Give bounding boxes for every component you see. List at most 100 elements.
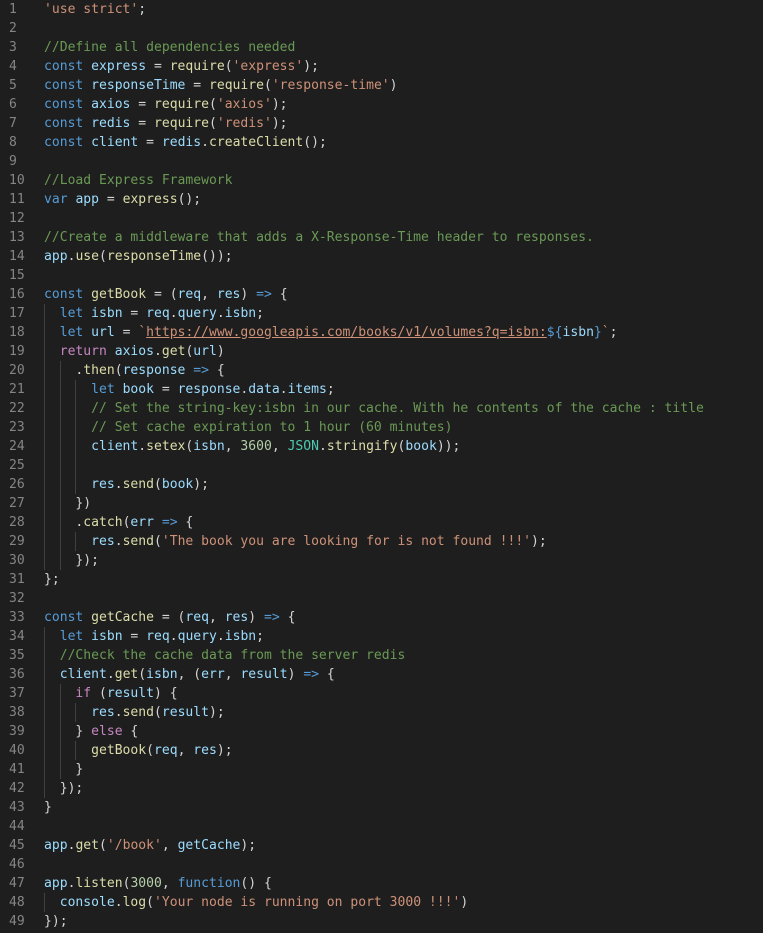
code-token: isbn: [91, 305, 123, 321]
code-token: getCache: [91, 609, 154, 625]
line-number: 16: [9, 286, 25, 302]
code-token: }: [593, 324, 602, 340]
code-token: getBook: [91, 742, 147, 758]
code-line[interactable]: 14 app.use(responseTime());: [0, 247, 763, 266]
code-text: let isbn = req.query.isbn;: [44, 627, 264, 646]
code-line[interactable]: 49});: [0, 912, 763, 931]
code-line[interactable]: 16 const getBook = (req, res) => {: [0, 285, 763, 304]
code-line[interactable]: 38 res.send(result);: [0, 703, 763, 722]
code-token: isbn: [146, 666, 178, 682]
code-token: const: [44, 115, 84, 131]
code-line[interactable]: 32: [0, 589, 763, 608]
code-line[interactable]: 6 const axios = require('axios');: [0, 95, 763, 114]
code-token: 3000: [130, 875, 162, 891]
code-token: let: [59, 628, 84, 644]
line-number: 23: [9, 419, 25, 435]
code-line[interactable]: 26 res.send(book);: [0, 475, 763, 494]
code-line[interactable]: 10 //Load Express Framework: [0, 171, 763, 190]
line-number: 7: [9, 115, 17, 131]
code-token: 'Your node is running on port 3000 !!!': [154, 894, 461, 910]
code-token: );: [216, 742, 233, 758]
line-number: 24: [9, 438, 25, 454]
code-token: app: [44, 837, 68, 853]
code-line[interactable]: 9: [0, 152, 763, 171]
code-line[interactable]: 47 app.listen(3000, function() {: [0, 874, 763, 893]
code-line[interactable]: 29 res.send('The book you are looking fo…: [0, 532, 763, 551]
code-token: });: [44, 780, 84, 796]
code-line[interactable]: 5 const responseTime = require('response-…: [0, 76, 763, 95]
code-line[interactable]: 1 'use strict';: [0, 0, 763, 19]
code-line[interactable]: 12: [0, 209, 763, 228]
code-line[interactable]: 4 const express = require('express');: [0, 57, 763, 76]
code-line[interactable]: 28 .catch(err => {: [0, 513, 763, 532]
code-text: .catch(err => {: [44, 513, 193, 532]
code-line[interactable]: 27 }): [0, 494, 763, 513]
code-text: const responseTime = require('response-t…: [44, 76, 398, 95]
code-line[interactable]: 48 console.log('Your node is running on …: [0, 893, 763, 912]
code-line[interactable]: 34 let isbn = req.query.isbn;: [0, 627, 763, 646]
code-line[interactable]: 11 var app = express();: [0, 190, 763, 209]
code-token: );: [193, 476, 209, 492]
line-number: 1: [9, 1, 17, 17]
line-number: 26: [9, 476, 25, 492]
line-number: 38: [9, 704, 25, 720]
line-number: 29: [9, 533, 25, 549]
code-line[interactable]: 46: [0, 855, 763, 874]
code-text: client.setex(isbn, 3600, JSON.stringify(…: [44, 437, 460, 456]
code-token: createClient: [209, 134, 304, 150]
code-text: //Create a middleware that adds a X-Resp…: [44, 228, 594, 247]
code-line[interactable]: 35 //Check the cache data from the serve…: [0, 646, 763, 665]
code-line[interactable]: 15: [0, 266, 763, 285]
code-line[interactable]: 36 client.get(isbn, (err, result) => {: [0, 665, 763, 684]
code-line[interactable]: 45 app.get('/book', getCache);: [0, 836, 763, 855]
code-token: let: [91, 381, 115, 397]
code-line[interactable]: 31};: [0, 570, 763, 589]
code-line[interactable]: 33 const getCache = (req, res) => {: [0, 608, 763, 627]
code-line[interactable]: 24 client.setex(isbn, 3600, JSON.stringi…: [0, 437, 763, 456]
code-token: book: [122, 381, 154, 397]
code-editor[interactable]: 1'use strict'; 2 3//Define all dependencie…: [0, 0, 763, 933]
line-number: 43: [9, 799, 25, 815]
code-token: res: [91, 476, 115, 492]
code-line[interactable]: 18 let url = `https://www.googleapis.com…: [0, 323, 763, 342]
code-token: const: [44, 609, 84, 625]
code-line[interactable]: 22 // Set the string-key:isbn in our cac…: [0, 399, 763, 418]
code-token: , (: [177, 666, 202, 682]
line-number: 47: [9, 875, 25, 891]
code-line[interactable]: 25: [0, 456, 763, 475]
code-line[interactable]: 13 //Create a middleware that adds a X-Re…: [0, 228, 763, 247]
code-line[interactable]: 8 const client = redis.createClient();: [0, 133, 763, 152]
code-line[interactable]: 41 }: [0, 760, 763, 779]
code-token: );: [271, 96, 288, 112]
code-token: .: [169, 305, 178, 321]
code-line[interactable]: 7 const redis = require('redis');: [0, 114, 763, 133]
code-text: // Set the string-key:isbn in our cache.…: [44, 399, 704, 418]
line-number: 9: [9, 153, 17, 169]
code-token: };: [44, 571, 60, 587]
code-line[interactable]: 30 });: [0, 551, 763, 570]
code-token: getCache: [177, 837, 241, 853]
code-token: responseTime: [106, 248, 202, 264]
code-token: ,: [201, 286, 217, 302]
code-token: res: [91, 704, 115, 720]
code-line[interactable]: 2: [0, 19, 763, 38]
code-line[interactable]: 42 });: [0, 779, 763, 798]
code-token: app: [75, 191, 100, 207]
code-line[interactable]: 3 //Define all dependencies needed: [0, 38, 763, 57]
code-token: =: [130, 96, 154, 112]
code-line[interactable]: 40 getBook(req, res);: [0, 741, 763, 760]
code-line[interactable]: 21 let book = response.data.items;: [0, 380, 763, 399]
code-token: const: [44, 77, 84, 93]
code-token: .: [106, 666, 115, 682]
code-line[interactable]: 20 .then(response => {: [0, 361, 763, 380]
code-line[interactable]: 39 } else {: [0, 722, 763, 741]
code-line[interactable]: 17 let isbn = req.query.isbn;: [0, 304, 763, 323]
code-line[interactable]: 44: [0, 817, 763, 836]
code-line[interactable]: 37 if (result) {: [0, 684, 763, 703]
code-line[interactable]: 23 // Set cache expiration to 1 hour (60…: [0, 418, 763, 437]
code-line[interactable]: 43}: [0, 798, 763, 817]
code-token: const: [44, 286, 84, 302]
code-line[interactable]: 19 return axios.get(url): [0, 342, 763, 361]
